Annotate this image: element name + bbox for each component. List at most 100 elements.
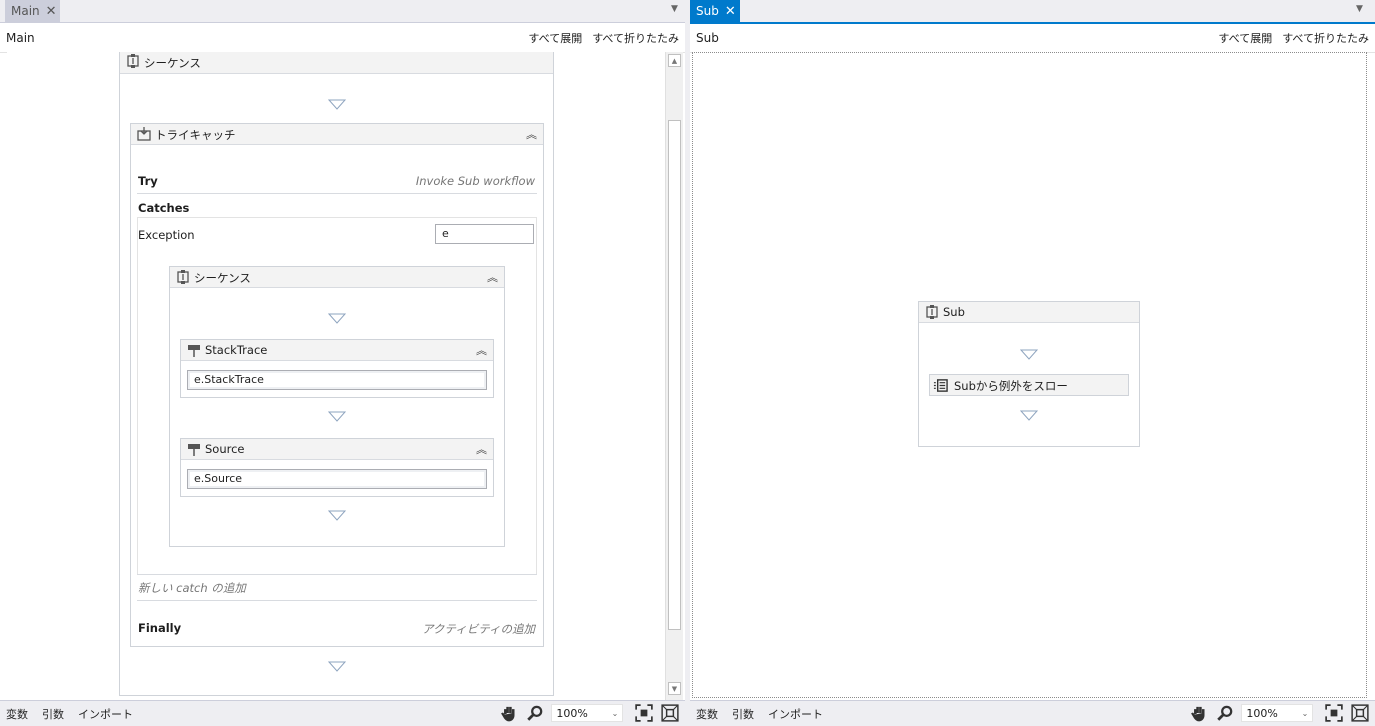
sequence-icon <box>177 270 189 284</box>
finally-body[interactable]: アクティビティの追加 <box>422 621 535 637</box>
try-body[interactable]: Invoke Sub workflow <box>416 174 535 188</box>
sequence-activity[interactable]: シーケンス トライキャッチ ︽ Try Invoke Sub workflow … <box>119 52 554 696</box>
activity-header: Sub <box>919 302 1139 323</box>
main-designer-panel: Main ✕ ▼ Main すべて展開 すべて折りたたみ シーケンス トライキャッチ… <box>0 0 685 726</box>
sub-tab-strip: Sub ✕ ▼ <box>690 0 1375 22</box>
statusbar-tools: 100% ⌄ <box>1186 704 1369 723</box>
tab-sub-label: Sub <box>696 4 719 18</box>
scroll-down-button[interactable]: ▼ <box>668 682 681 695</box>
writeline-icon <box>188 345 200 357</box>
chevron-down-icon: ⌄ <box>611 709 619 718</box>
arguments-tab[interactable]: 引数 <box>732 708 754 721</box>
divider <box>137 193 537 194</box>
tab-main-label: Main <box>11 4 40 18</box>
collapse-icon[interactable]: ︽ <box>526 126 537 142</box>
overview-icon[interactable] <box>661 704 679 722</box>
overview-icon[interactable] <box>1351 704 1369 722</box>
designer-statusbar: 変数 引数 インポート 100% ⌄ <box>690 700 1375 726</box>
sequence-activity[interactable]: Sub Subから例外をスロー <box>918 301 1140 447</box>
activity-header: シーケンス ︽ <box>170 267 504 288</box>
writeline-icon <box>188 444 200 456</box>
collapse-all-button[interactable]: すべて折りたたみ <box>592 32 679 45</box>
imports-tab[interactable]: インポート <box>768 708 823 721</box>
collapse-icon[interactable]: ︽ <box>476 441 487 457</box>
breadcrumb[interactable]: Sub <box>696 31 719 45</box>
designer-header: Main すべて展開 すべて折りたたみ <box>0 24 685 53</box>
zoom-select[interactable]: 100% ⌄ <box>551 704 624 722</box>
drop-arrow-icon <box>328 510 346 521</box>
variables-tab[interactable]: 変数 <box>696 708 718 721</box>
fit-to-screen-icon[interactable] <box>1325 704 1343 722</box>
collapse-all-button[interactable]: すべて折りたたみ <box>1282 32 1369 45</box>
sequence-activity[interactable]: シーケンス ︽ StackTrace ︽ e.StackTrace Source… <box>169 266 505 547</box>
imports-tab[interactable]: インポート <box>78 708 133 721</box>
finally-label: Finally <box>138 621 182 635</box>
scroll-up-button[interactable]: ▲ <box>668 54 681 67</box>
sub-designer-panel: Sub ✕ ▼ Sub すべて展開 すべて折りたたみ Sub Subから例外をスロー… <box>690 0 1375 726</box>
statusbar-tabs: 変数 引数 インポート <box>696 706 837 722</box>
header-buttons: すべて展開 すべて折りたたみ <box>518 30 679 46</box>
variables-tab[interactable]: 変数 <box>6 708 28 721</box>
breadcrumb[interactable]: Main <box>6 31 35 45</box>
main-tab-strip: Main ✕ ▼ <box>0 0 685 22</box>
zoom-select[interactable]: 100% ⌄ <box>1241 704 1314 722</box>
throw-icon <box>933 379 948 392</box>
chevron-down-icon: ⌄ <box>1301 709 1309 718</box>
expand-all-button[interactable]: すべて展開 <box>1218 32 1272 45</box>
trycatch-icon <box>137 127 151 141</box>
designer-canvas[interactable]: Sub Subから例外をスロー <box>692 52 1367 698</box>
catches-label: Catches <box>138 201 190 215</box>
try-label: Try <box>138 174 158 188</box>
chevron-down-icon[interactable]: ▼ <box>1356 4 1363 14</box>
header-buttons: すべて展開 すべて折りたたみ <box>1208 30 1369 46</box>
catch-block: Exception e シーケンス ︽ StackTrace ︽ e.Stack… <box>137 217 537 575</box>
activity-title: Sub <box>943 305 965 319</box>
trycatch-activity[interactable]: トライキャッチ ︽ Try Invoke Sub workflow Catche… <box>130 123 544 647</box>
designer-statusbar: 変数 引数 インポート 100% ⌄ <box>0 700 685 726</box>
activity-title: トライキャッチ <box>155 128 236 142</box>
scrollbar-thumb[interactable] <box>668 120 681 630</box>
write-line-activity[interactable]: Source ︽ e.Source <box>180 438 494 497</box>
collapse-icon[interactable]: ︽ <box>487 269 498 285</box>
chevron-down-icon[interactable]: ▼ <box>671 4 678 14</box>
zoom-value: 100% <box>1246 707 1278 720</box>
statusbar-tools: 100% ⌄ <box>496 704 679 723</box>
drop-arrow-icon <box>328 99 346 110</box>
drop-arrow-icon <box>328 411 346 422</box>
close-icon[interactable]: ✕ <box>46 4 57 19</box>
tab-sub[interactable]: Sub ✕ <box>690 0 740 22</box>
text-expression-input[interactable]: e.StackTrace <box>187 370 487 390</box>
drop-arrow-icon <box>1020 349 1038 360</box>
activity-title: シーケンス <box>194 271 251 285</box>
collapse-icon[interactable]: ︽ <box>476 342 487 358</box>
zoom-icon[interactable] <box>1216 704 1234 722</box>
close-icon[interactable]: ✕ <box>725 4 736 19</box>
tab-main[interactable]: Main ✕ <box>5 0 60 22</box>
exception-type-label: Exception <box>138 228 195 242</box>
pan-hand-icon[interactable] <box>500 704 518 722</box>
tab-divider <box>0 22 685 23</box>
activity-title: シーケンス <box>144 56 201 70</box>
expand-all-button[interactable]: すべて展開 <box>528 32 582 45</box>
designer-canvas[interactable]: シーケンス トライキャッチ ︽ Try Invoke Sub workflow … <box>7 52 665 700</box>
sequence-icon <box>926 305 938 319</box>
activity-title: Source <box>205 442 245 456</box>
write-line-activity[interactable]: StackTrace ︽ e.StackTrace <box>180 339 494 398</box>
arguments-tab[interactable]: 引数 <box>42 708 64 721</box>
fit-to-screen-icon[interactable] <box>635 704 653 722</box>
divider <box>137 574 537 575</box>
vertical-scrollbar[interactable]: ▲ ▼ <box>665 52 683 700</box>
divider <box>137 600 537 601</box>
add-catch-link[interactable]: 新しい catch の追加 <box>138 580 246 596</box>
pan-hand-icon[interactable] <box>1190 704 1208 722</box>
activity-header: シーケンス <box>120 52 553 74</box>
throw-activity[interactable]: Subから例外をスロー <box>929 374 1129 396</box>
designer-header: Sub すべて展開 すべて折りたたみ <box>690 24 1375 53</box>
drop-arrow-icon <box>328 313 346 324</box>
activity-header: StackTrace ︽ <box>181 340 493 361</box>
zoom-icon[interactable] <box>526 704 544 722</box>
exception-variable-input[interactable]: e <box>435 224 534 244</box>
drop-arrow-icon <box>1020 410 1038 421</box>
text-expression-input[interactable]: e.Source <box>187 469 487 489</box>
drop-arrow-icon <box>328 661 346 672</box>
